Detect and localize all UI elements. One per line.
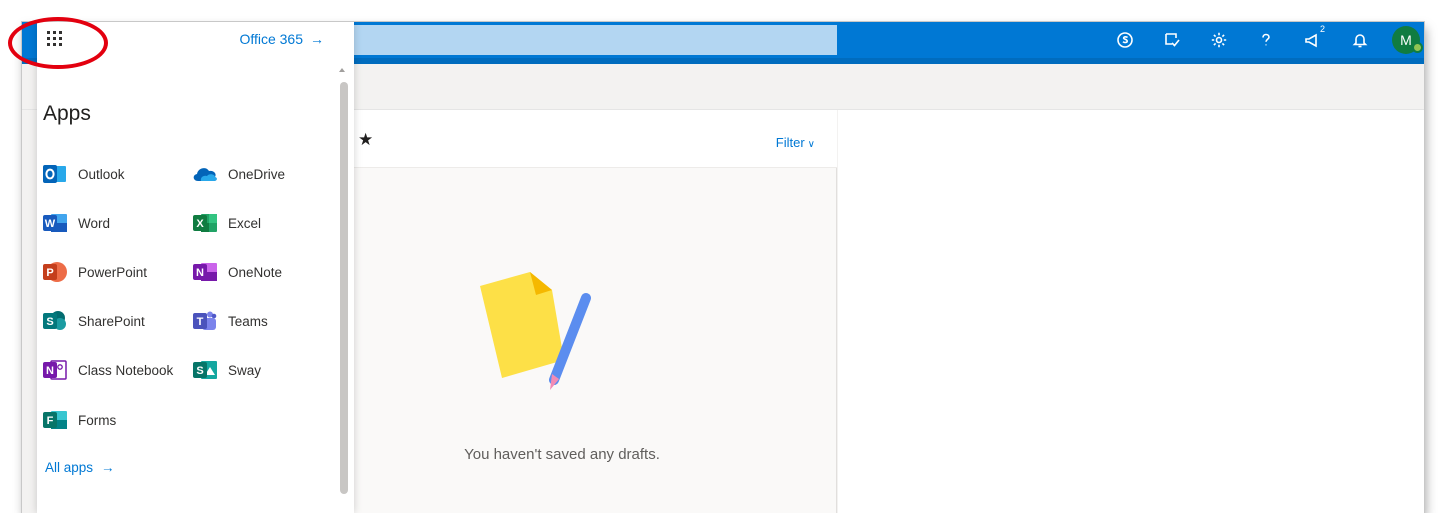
launcher-scrollbar[interactable] — [340, 82, 348, 494]
message-list-header: ★ Filter ∨ — [352, 110, 837, 168]
svg-text:N: N — [46, 365, 54, 377]
app-sharepoint[interactable]: S SharePoint — [42, 308, 145, 334]
presence-icon — [1412, 42, 1423, 53]
app-label: Excel — [228, 215, 262, 231]
app-sway[interactable]: S Sway — [192, 357, 261, 383]
svg-text:S: S — [196, 365, 203, 377]
empty-drafts-message: You haven't saved any drafts. — [464, 446, 660, 463]
app-powerpoint[interactable]: P PowerPoint — [42, 259, 147, 285]
class-notebook-icon: N — [42, 358, 68, 382]
svg-text:S: S — [46, 316, 53, 328]
gear-icon[interactable] — [1207, 28, 1231, 52]
highlight-annotation — [8, 17, 108, 69]
app-label: Forms — [78, 412, 117, 428]
empty-drafts-illustration — [480, 272, 591, 390]
top-bar-actions: 2 M — [1090, 22, 1424, 58]
svg-text:X: X — [196, 218, 204, 230]
scroll-up-arrow-icon[interactable] — [339, 68, 345, 72]
favorite-star-icon[interactable]: ★ — [358, 130, 373, 150]
powerpoint-icon: P — [42, 260, 68, 284]
chevron-down-icon: ∨ — [807, 139, 815, 150]
all-apps-label: All apps — [45, 460, 94, 475]
notification-badge: 2 — [1316, 24, 1328, 35]
app-label: Outlook — [78, 166, 125, 182]
app-label: SharePoint — [78, 313, 145, 329]
todo-icon[interactable] — [1160, 28, 1184, 52]
filter-button[interactable]: Filter ∨ — [776, 135, 815, 150]
sway-icon: S — [192, 358, 218, 382]
app-label: PowerPoint — [78, 264, 148, 280]
app-label: OneDrive — [228, 166, 286, 182]
teams-icon: T — [192, 309, 218, 333]
avatar[interactable]: M — [1392, 26, 1423, 54]
forms-icon: F — [42, 408, 68, 432]
sharepoint-icon: S — [42, 309, 68, 333]
onenote-icon: N — [192, 260, 218, 284]
app-label: Sway — [228, 362, 262, 378]
word-icon: W — [42, 211, 68, 235]
excel-icon: X — [192, 211, 218, 235]
app-label: OneNote — [228, 264, 283, 280]
svg-text:W: W — [45, 218, 56, 230]
search-box[interactable] — [322, 25, 837, 55]
help-icon[interactable] — [1254, 28, 1278, 52]
app-word[interactable]: W Word — [42, 210, 110, 236]
outlook-window: 2 M ★ Filter ∨ You haven't saved any draf — [22, 22, 1424, 513]
app-teams[interactable]: T Teams — [192, 308, 268, 334]
app-forms[interactable]: F Forms — [42, 407, 116, 433]
app-onenote[interactable]: N OneNote — [192, 259, 282, 285]
all-apps-link[interactable]: All apps → — [45, 460, 115, 475]
arrow-right-icon: → — [310, 31, 324, 47]
app-class-notebook[interactable]: N Class Notebook — [42, 357, 173, 383]
bell-icon[interactable] — [1348, 28, 1372, 52]
app-excel[interactable]: X Excel — [192, 210, 261, 236]
svg-text:P: P — [46, 267, 53, 279]
app-outlook[interactable]: Outlook — [42, 161, 125, 187]
megaphone-icon[interactable]: 2 — [1301, 24, 1328, 52]
reading-pane — [838, 110, 1424, 513]
office365-label: Office 365 — [239, 31, 303, 47]
message-list-pane: ★ Filter ∨ You haven't saved any drafts. — [352, 110, 837, 513]
app-label: Class Notebook — [78, 362, 174, 378]
app-launcher-panel: Office 365 → Apps Outlook W Word P PowerP… — [37, 22, 354, 513]
svg-text:F: F — [47, 415, 54, 427]
skype-icon[interactable] — [1113, 28, 1137, 52]
app-onedrive[interactable]: OneDrive — [192, 161, 285, 187]
svg-text:N: N — [196, 267, 204, 279]
apps-heading: Apps — [43, 102, 91, 125]
arrow-right-icon: → — [101, 460, 115, 475]
onedrive-icon — [192, 162, 218, 186]
app-label: Word — [78, 215, 111, 231]
app-label: Teams — [228, 313, 268, 329]
office365-link[interactable]: Office 365 → — [239, 31, 324, 47]
filter-label: Filter — [775, 135, 805, 150]
svg-text:T: T — [197, 316, 204, 328]
avatar-initial: M — [1400, 32, 1412, 48]
outlook-icon — [42, 162, 68, 186]
